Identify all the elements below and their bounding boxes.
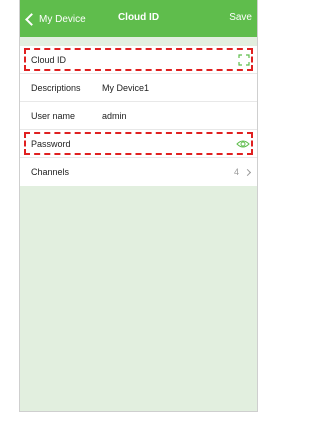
descriptions-label: Descriptions: [31, 82, 81, 93]
username-value[interactable]: admin: [102, 111, 127, 121]
cloud-id-field[interactable]: Cloud ID: [20, 46, 257, 74]
channels-label: Channels: [31, 167, 70, 177]
password-field[interactable]: Password: [20, 130, 257, 158]
password-label: Password: [31, 138, 71, 149]
app-screen: My Device Cloud ID Save Cloud ID Descrip…: [19, 0, 258, 412]
settings-list: Cloud ID Descriptions My Device1 User na…: [20, 46, 257, 186]
page-title: Cloud ID: [117, 12, 160, 23]
scan-qr-button[interactable]: [238, 53, 250, 66]
save-button[interactable]: Save: [229, 12, 252, 23]
eye-icon: [236, 140, 250, 147]
show-password-toggle[interactable]: [236, 139, 250, 149]
channels-count-group: 4: [233, 167, 252, 177]
descriptions-field[interactable]: Descriptions My Device1: [20, 74, 257, 102]
descriptions-value[interactable]: My Device1: [102, 83, 149, 93]
username-label: User name: [31, 110, 76, 121]
chevron-right-icon: [243, 168, 252, 176]
channels-row[interactable]: Channels 4: [20, 158, 257, 186]
navigation-bar: My Device Cloud ID Save: [20, 0, 257, 37]
channels-count: 4: [233, 167, 239, 177]
username-field[interactable]: User name admin: [20, 102, 257, 130]
cloud-id-label: Cloud ID: [31, 54, 67, 65]
qr-scan-icon: [238, 53, 250, 66]
